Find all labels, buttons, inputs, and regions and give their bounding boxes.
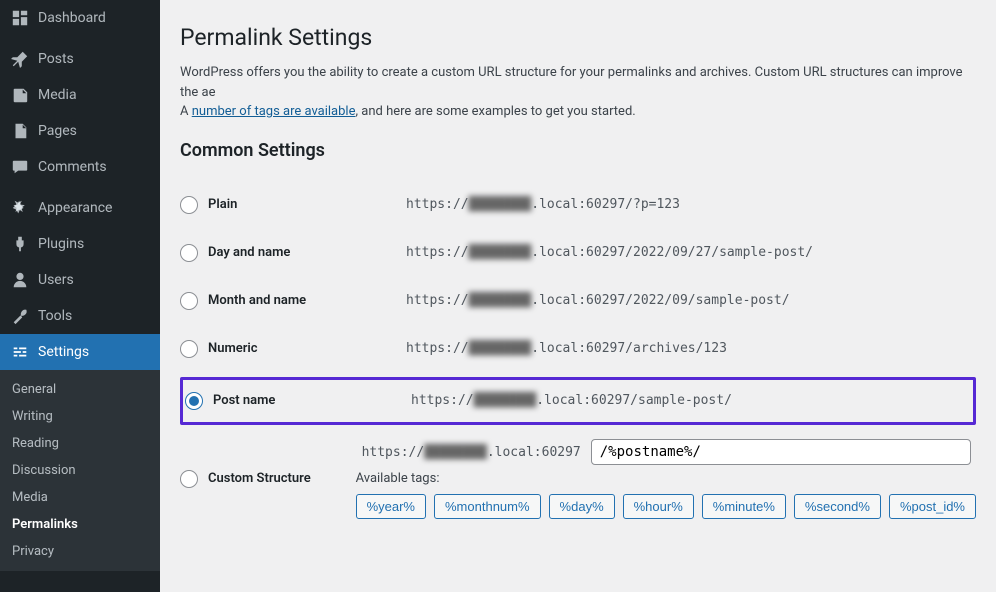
- admin-sidebar: Dashboard Posts Media Pages Comments Appearan…: [0, 0, 160, 592]
- plugin-icon: [10, 234, 30, 254]
- sidebar-item-posts[interactable]: Posts: [0, 41, 160, 77]
- sidebar-item-label: Dashboard: [38, 10, 106, 26]
- option-label: Plain: [208, 197, 237, 212]
- sidebar-item-users[interactable]: Users: [0, 262, 160, 298]
- user-icon: [10, 270, 30, 290]
- tag-button[interactable]: %minute%: [702, 494, 786, 519]
- sidebar-item-label: Plugins: [38, 236, 84, 252]
- radio-plain[interactable]: [180, 196, 198, 214]
- submenu-item-discussion[interactable]: Discussion: [0, 457, 160, 484]
- radio-custom[interactable]: [180, 470, 198, 488]
- media-icon: [10, 85, 30, 105]
- permalink-option-post-name: Post name https://████████.local:60297/sa…: [180, 377, 976, 425]
- sidebar-item-appearance[interactable]: Appearance: [0, 190, 160, 226]
- sidebar-item-pages[interactable]: Pages: [0, 113, 160, 149]
- submenu-item-permalinks[interactable]: Permalinks: [0, 511, 160, 538]
- sidebar-item-label: Media: [38, 87, 77, 103]
- tag-buttons: %year% %monthnum% %day% %hour% %minute% %seco…: [356, 494, 976, 519]
- sidebar-item-settings[interactable]: Settings: [0, 334, 160, 370]
- pin-icon: [10, 49, 30, 69]
- sidebar-item-label: Users: [38, 272, 74, 288]
- custom-structure-input[interactable]: [591, 439, 971, 465]
- appearance-icon: [10, 198, 30, 218]
- option-label: Post name: [213, 393, 275, 408]
- settings-icon: [10, 342, 30, 362]
- sidebar-item-label: Posts: [38, 51, 74, 67]
- radio-post-name[interactable]: [185, 392, 203, 410]
- available-tags-title: Available tags:: [356, 471, 976, 486]
- sidebar-item-media[interactable]: Media: [0, 77, 160, 113]
- comment-icon: [10, 157, 30, 177]
- option-label: Day and name: [208, 245, 290, 260]
- option-label: Custom Structure: [208, 471, 311, 486]
- sidebar-item-label: Pages: [38, 123, 77, 139]
- example-url: https://████████.local:60297/sample-post…: [405, 389, 738, 412]
- sidebar-item-dashboard[interactable]: Dashboard: [0, 0, 160, 36]
- example-url: https://████████.local:60297/archives/12…: [400, 337, 733, 360]
- sidebar-item-label: Settings: [38, 344, 89, 360]
- tool-icon: [10, 306, 30, 326]
- sidebar-item-comments[interactable]: Comments: [0, 149, 160, 185]
- sidebar-item-label: Comments: [38, 159, 107, 175]
- permalink-option-day-name: Day and name https://████████.local:60297…: [180, 229, 976, 277]
- page-title: Permalink Settings: [180, 24, 976, 51]
- sidebar-item-label: Tools: [38, 308, 72, 324]
- permalink-option-custom: Custom Structure https://████████.local:6…: [180, 429, 976, 529]
- tag-button[interactable]: %day%: [549, 494, 615, 519]
- permalink-options: Plain https://████████.local:60297/?p=123…: [180, 181, 976, 529]
- tags-available-link[interactable]: number of tags are available: [192, 104, 356, 119]
- submenu-item-privacy[interactable]: Privacy: [0, 538, 160, 565]
- example-url: https://████████.local:60297/2022/09/27/…: [400, 241, 819, 264]
- dashboard-icon: [10, 8, 30, 28]
- tag-button[interactable]: %year%: [356, 494, 426, 519]
- page-icon: [10, 121, 30, 141]
- permalink-option-numeric: Numeric https://████████.local:60297/arch…: [180, 325, 976, 373]
- sidebar-item-tools[interactable]: Tools: [0, 298, 160, 334]
- tag-button[interactable]: %hour%: [623, 494, 694, 519]
- option-label: Numeric: [208, 341, 258, 356]
- permalink-option-plain: Plain https://████████.local:60297/?p=123: [180, 181, 976, 229]
- submenu-item-general[interactable]: General: [0, 376, 160, 403]
- submenu-item-reading[interactable]: Reading: [0, 430, 160, 457]
- settings-content: Permalink Settings WordPress offers you …: [160, 0, 996, 592]
- submenu-item-writing[interactable]: Writing: [0, 403, 160, 430]
- radio-month-name[interactable]: [180, 292, 198, 310]
- tag-button[interactable]: %second%: [794, 494, 881, 519]
- tag-button[interactable]: %monthnum%: [434, 494, 541, 519]
- settings-submenu: GeneralWritingReadingDiscussionMediaPerm…: [0, 370, 160, 571]
- permalink-option-month-name: Month and name https://████████.local:602…: [180, 277, 976, 325]
- radio-numeric[interactable]: [180, 340, 198, 358]
- example-url: https://████████.local:60297/?p=123: [400, 193, 686, 216]
- sidebar-item-label: Appearance: [38, 200, 112, 216]
- common-settings-heading: Common Settings: [180, 140, 976, 161]
- submenu-item-media[interactable]: Media: [0, 484, 160, 511]
- custom-url-prefix: https://████████.local:60297: [356, 441, 587, 464]
- sidebar-item-plugins[interactable]: Plugins: [0, 226, 160, 262]
- intro-text: WordPress offers you the ability to crea…: [180, 63, 976, 122]
- tag-button[interactable]: %post_id%: [889, 494, 976, 519]
- radio-day-name[interactable]: [180, 244, 198, 262]
- example-url: https://████████.local:60297/2022/09/sam…: [400, 289, 796, 312]
- option-label: Month and name: [208, 293, 306, 308]
